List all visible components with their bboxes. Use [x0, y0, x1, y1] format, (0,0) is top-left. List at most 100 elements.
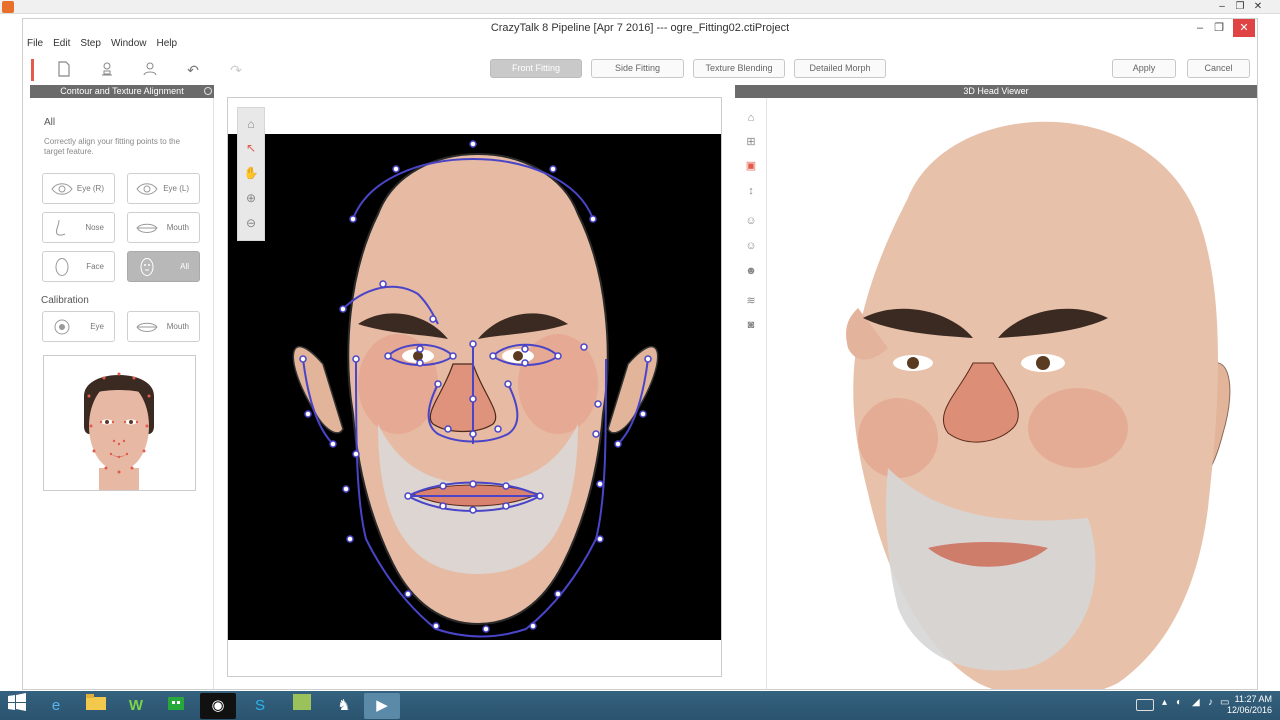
character-app-icon[interactable]: ♞: [326, 693, 362, 719]
head-viewer-panel: 3D Head Viewer ⌂ ⊞ ▣ ↕ ☺ ☺ ☻ ≋ ◙: [735, 85, 1257, 689]
eye-calibration-button[interactable]: Eye: [42, 311, 115, 342]
image-app-icon[interactable]: [284, 693, 320, 719]
part-label: Nose: [85, 223, 104, 232]
home-icon[interactable]: ⌂: [743, 110, 759, 126]
part-label: Eye (L): [163, 184, 189, 193]
fit-view-icon[interactable]: ⊞: [743, 134, 759, 150]
host-restore-button[interactable]: ❐: [1232, 0, 1248, 14]
clock-date: 12/06/2016: [1226, 705, 1272, 715]
zoom-in-icon[interactable]: ⊕: [243, 190, 259, 206]
select-pointer-icon[interactable]: ↖: [243, 140, 259, 156]
undo-icon[interactable]: ↶: [184, 61, 202, 79]
minimize-button[interactable]: –: [1191, 19, 1209, 37]
stamp-icon[interactable]: [98, 61, 116, 79]
file-explorer-icon[interactable]: [78, 693, 114, 719]
mouth-icon: [136, 322, 158, 332]
canvas-image-area[interactable]: [228, 134, 721, 640]
home-icon[interactable]: ⌂: [243, 116, 259, 132]
new-file-icon[interactable]: [55, 61, 73, 79]
part-label: All: [180, 262, 189, 271]
accent-bar: [31, 59, 34, 81]
face-button[interactable]: Face: [42, 251, 115, 282]
eye-calibration-icon: [54, 319, 70, 335]
crazytalk-taskbar-icon[interactable]: ◉: [200, 693, 236, 719]
detailed-morph-button[interactable]: Detailed Morph: [794, 59, 886, 78]
volume-icon[interactable]: ♪: [1208, 697, 1213, 708]
face-icon: [55, 258, 69, 276]
side-head-icon[interactable]: ☺: [743, 238, 759, 254]
panel-header: Contour and Texture Alignment: [30, 85, 214, 98]
calibration-title: Calibration: [41, 295, 89, 306]
menu-bar: File Edit Step Window Help: [27, 38, 177, 52]
redo-icon[interactable]: ↷: [227, 61, 245, 79]
front-fitting-button[interactable]: Front Fitting: [490, 59, 582, 78]
close-button[interactable]: ✕: [1233, 19, 1255, 37]
pin-icon[interactable]: [204, 87, 212, 95]
restore-button[interactable]: ❐: [1210, 19, 1228, 37]
host-close-button[interactable]: ✕: [1250, 0, 1266, 14]
part-label: Face: [86, 262, 104, 271]
rotate-head-icon[interactable]: ☻: [743, 263, 759, 279]
viewer-header: 3D Head Viewer: [735, 85, 1257, 98]
menu-help[interactable]: Help: [157, 38, 178, 52]
zoom-out-icon[interactable]: ⊖: [243, 215, 259, 231]
host-title-bar: – ❐ ✕: [0, 0, 1280, 14]
canvas-toolbar: ⌂ ↖ ✋ ⊕ ⊖: [237, 107, 265, 241]
wireframe-icon[interactable]: ≋: [743, 293, 759, 309]
eye-icon: [136, 183, 158, 195]
all-button[interactable]: All: [127, 251, 200, 282]
3d-head-render[interactable]: [768, 98, 1257, 689]
menu-step[interactable]: Step: [80, 38, 101, 52]
texture-blending-button[interactable]: Texture Blending: [693, 59, 785, 78]
section-title: All: [44, 117, 56, 128]
pan-hand-icon[interactable]: ✋: [243, 165, 259, 181]
viewer-toolbar: ⌂ ⊞ ▣ ↕ ☺ ☺ ☻ ≋ ◙: [735, 98, 767, 689]
part-label: Mouth: [166, 223, 189, 232]
host-minimize-button[interactable]: –: [1214, 0, 1230, 14]
texture-view-icon[interactable]: ▣: [743, 158, 759, 174]
menu-window[interactable]: Window: [111, 38, 147, 52]
skype-icon[interactable]: S: [242, 693, 278, 719]
window-title: CrazyTalk 8 Pipeline [Apr 7 2016] --- og…: [490, 22, 790, 34]
alignment-panel: Contour and Texture Alignment All Correc…: [30, 85, 214, 689]
clock-time: 11:27 AM: [1234, 694, 1272, 704]
vertical-arrows-icon[interactable]: ↕: [743, 183, 759, 199]
stop-icon[interactable]: ◙: [743, 317, 759, 333]
menu-edit[interactable]: Edit: [53, 38, 70, 52]
cancel-button[interactable]: Cancel: [1187, 59, 1250, 78]
eye-r-button[interactable]: Eye (R): [42, 173, 115, 204]
mouth-icon: [136, 223, 158, 233]
part-label: Eye (R): [76, 184, 104, 193]
apply-button[interactable]: Apply: [1112, 59, 1176, 78]
mouth-button[interactable]: Mouth: [127, 212, 200, 243]
tray-expand-icon[interactable]: ▴: [1162, 697, 1167, 708]
ogre-face-fitting[interactable]: [228, 134, 721, 640]
start-button[interactable]: [0, 693, 34, 719]
menu-file[interactable]: File: [27, 38, 43, 52]
w-app-icon[interactable]: W: [118, 693, 154, 719]
front-head-icon[interactable]: ☺: [743, 213, 759, 229]
keyboard-icon[interactable]: [1136, 699, 1154, 711]
clock[interactable]: 11:27 AM 12/06/2016: [1227, 694, 1272, 716]
eye-icon: [51, 183, 73, 195]
app-window: CrazyTalk 8 Pipeline [Apr 7 2016] --- og…: [22, 18, 1258, 690]
eye-l-button[interactable]: Eye (L): [127, 173, 200, 204]
reference-face-image: [43, 355, 196, 491]
side-fitting-button[interactable]: Side Fitting: [591, 59, 684, 78]
mouth-calibration-button[interactable]: Mouth: [127, 311, 200, 342]
section-description: Correctly align your fitting points to t…: [44, 137, 181, 156]
nose-button[interactable]: Nose: [42, 212, 115, 243]
fitting-canvas[interactable]: ⌂ ↖ ✋ ⊕ ⊖: [227, 97, 722, 677]
media-player-icon[interactable]: ▶: [364, 693, 400, 719]
nose-icon: [55, 219, 66, 236]
store-icon[interactable]: [158, 693, 194, 719]
signal-icon[interactable]: ◢: [1192, 697, 1200, 708]
head-icon: [140, 258, 154, 276]
taskbar: e W ◉ S ♞ ▶ ▴ ◐ ◢ ♪ ▭ 11:27 AM 12/06/201…: [0, 691, 1280, 720]
app-icon: [2, 1, 14, 13]
ie-browser-icon[interactable]: e: [38, 693, 74, 719]
group-icon[interactable]: [141, 61, 159, 79]
part-label: Eye: [90, 322, 104, 331]
network-icon[interactable]: ◐: [1176, 697, 1182, 708]
windows-logo-icon: [8, 693, 26, 711]
